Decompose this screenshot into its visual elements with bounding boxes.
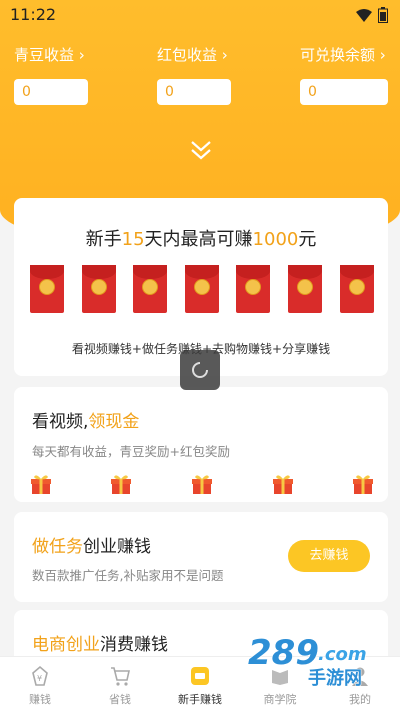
wifi-icon bbox=[356, 9, 372, 22]
cart-icon bbox=[111, 667, 130, 686]
svg-text:.com: .com bbox=[318, 644, 367, 665]
status-bar: 11:22 bbox=[0, 0, 400, 28]
chevron-right-icon: › bbox=[379, 46, 386, 64]
earnings-label: 青豆收益 › bbox=[14, 46, 85, 64]
task-card-desc: 数百款推广任务,补贴家用不是问题 bbox=[32, 568, 224, 583]
tab-save[interactable]: 省钱 bbox=[80, 657, 160, 712]
newbie-icon bbox=[191, 667, 209, 685]
earnings-label: 可兑换余额 › bbox=[300, 46, 386, 64]
red-envelope-row bbox=[30, 265, 376, 315]
tab-newbie-earn[interactable]: 新手赚钱 bbox=[160, 657, 240, 712]
gift-box-icon bbox=[353, 475, 373, 494]
tab-label: 赚钱 bbox=[29, 693, 51, 706]
watermark: 289 .com 手游网 bbox=[247, 630, 398, 694]
earnings-value: 0 bbox=[157, 79, 231, 105]
chevron-right-icon: › bbox=[78, 46, 85, 64]
red-envelope-icon bbox=[30, 265, 64, 313]
spinner-icon bbox=[192, 362, 208, 378]
watermark-logo: 289 .com 手游网 bbox=[247, 632, 367, 689]
tab-label: 省钱 bbox=[109, 693, 131, 706]
battery-icon bbox=[378, 7, 388, 23]
svg-text:289: 289 bbox=[248, 633, 319, 673]
status-icons bbox=[356, 7, 388, 23]
svg-text:¥: ¥ bbox=[37, 674, 42, 683]
earnings-value: 0 bbox=[14, 79, 88, 105]
watch-video-card[interactable]: 看视频,领现金 每天都有收益，青豆奖励+红包奖励 bbox=[14, 387, 388, 502]
red-envelope-icon bbox=[340, 265, 374, 313]
gift-box-icon bbox=[273, 475, 293, 494]
video-card-title: 看视频,领现金 bbox=[32, 412, 140, 432]
ecom-card-title: 电商创业消费赚钱 bbox=[32, 635, 168, 655]
task-card-title: 做任务创业赚钱 bbox=[32, 537, 151, 557]
bean-earnings[interactable]: 青豆收益 › 0 bbox=[14, 44, 124, 105]
red-envelope-icon bbox=[185, 265, 219, 313]
red-envelope-icon bbox=[133, 265, 167, 313]
promo-title: 新手15天内最高可赚1000元 bbox=[85, 229, 317, 250]
earnings-value: 0 bbox=[300, 79, 388, 105]
gift-box-icon bbox=[31, 475, 51, 494]
tab-earn[interactable]: ¥ 赚钱 bbox=[0, 657, 80, 712]
red-envelope-icon bbox=[288, 265, 322, 313]
tab-label: 新手赚钱 bbox=[178, 693, 222, 706]
svg-text:手游网: 手游网 bbox=[308, 667, 362, 689]
status-time: 11:22 bbox=[10, 5, 57, 24]
earn-icon: ¥ bbox=[32, 665, 48, 686]
task-card[interactable]: 做任务创业赚钱 数百款推广任务,补贴家用不是问题 去赚钱 bbox=[14, 512, 388, 602]
red-envelope-icon bbox=[236, 265, 270, 313]
redpacket-earnings[interactable]: 红包收益 › 0 bbox=[157, 44, 267, 105]
redeemable-balance[interactable]: 可兑换余额 › 0 bbox=[300, 44, 400, 105]
double-chevron-down-icon[interactable] bbox=[190, 140, 212, 160]
chevron-right-icon: › bbox=[221, 46, 228, 64]
red-envelope-icon bbox=[82, 265, 116, 313]
gift-box-icon bbox=[111, 475, 131, 494]
go-earn-button[interactable]: 去赚钱 bbox=[288, 540, 370, 572]
loading-spinner bbox=[180, 350, 220, 390]
earnings-label: 红包收益 › bbox=[157, 46, 228, 64]
gift-row bbox=[30, 473, 374, 497]
gift-box-icon bbox=[192, 475, 212, 494]
video-card-desc: 每天都有收益，青豆奖励+红包奖励 bbox=[32, 444, 230, 459]
